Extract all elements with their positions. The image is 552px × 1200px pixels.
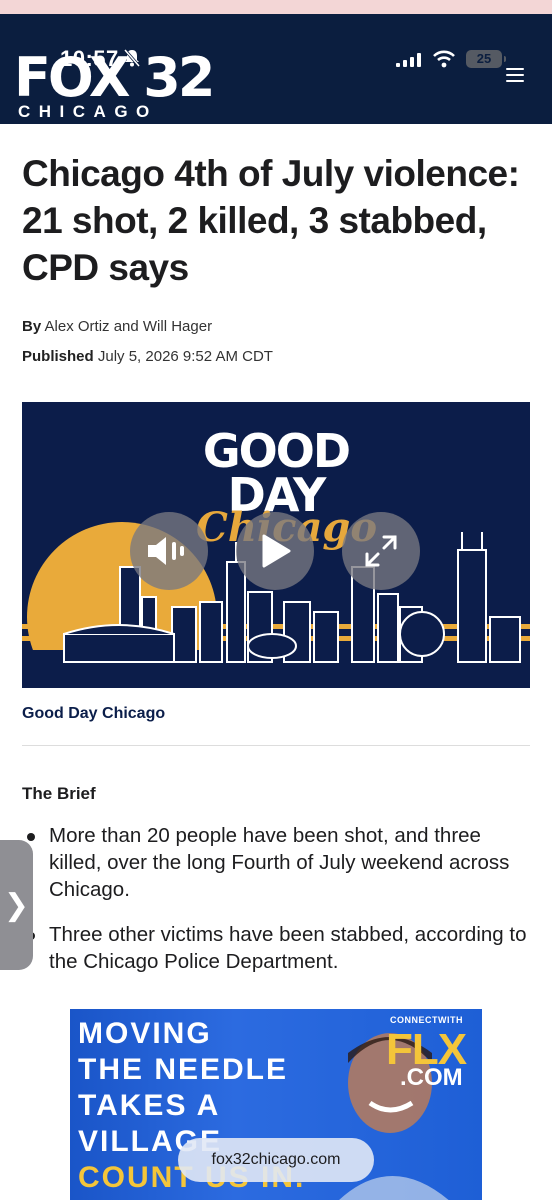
brief-list: More than 20 people have been shot, and … [22, 822, 532, 993]
wifi-icon [433, 50, 455, 68]
ad-text-line1: MOVING [78, 1017, 212, 1050]
byline-label: By [22, 318, 42, 335]
article-byline: By Alex Ortiz and Will Hager [22, 318, 212, 335]
article-published: Published July 5, 2026 9:52 AM CDT [22, 348, 273, 365]
mute-button[interactable] [130, 512, 208, 590]
expand-icon [365, 535, 397, 567]
byline-authors[interactable]: Alex Ortiz and Will Hager [45, 318, 213, 335]
cellular-signal-icon [396, 53, 421, 67]
site-header: 10:57 25 FOX 32 CHICAGO [0, 0, 552, 124]
browser-url-bar[interactable]: fox32chicago.com [178, 1138, 374, 1182]
brief-item: Three other victims have been stabbed, a… [22, 921, 532, 975]
play-icon [262, 534, 291, 568]
brief-item: More than 20 people have been shot, and … [22, 822, 532, 903]
fullscreen-button[interactable] [342, 512, 420, 590]
side-drawer-tab[interactable]: ❯ [0, 840, 33, 970]
divider [22, 745, 530, 746]
published-date: July 5, 2026 9:52 AM CDT [97, 348, 273, 365]
hamburger-menu-icon[interactable] [506, 68, 524, 86]
site-logo[interactable]: FOX 32 [14, 48, 215, 108]
battery-indicator: 25 [466, 50, 506, 68]
site-logo-city: CHICAGO [18, 102, 158, 121]
video-player[interactable]: GOOD DAY Chicago [22, 402, 530, 688]
video-caption-link[interactable]: Good Day Chicago [22, 705, 165, 723]
article-headline: Chicago 4th of July violence: 21 shot, 2… [22, 153, 520, 288]
play-button[interactable] [236, 512, 314, 590]
published-label: Published [22, 348, 94, 365]
brief-heading: The Brief [22, 784, 96, 803]
ad-connect-label: CONNECTWITH [390, 1015, 463, 1025]
ad-text-line2: THE NEEDLE [78, 1053, 289, 1086]
ad-brand-suffix: .COM [400, 1064, 463, 1091]
chevron-right-icon: ❯ [3, 888, 30, 922]
speaker-muted-icon [148, 537, 184, 565]
ad-text-line3: TAKES A [78, 1089, 221, 1122]
